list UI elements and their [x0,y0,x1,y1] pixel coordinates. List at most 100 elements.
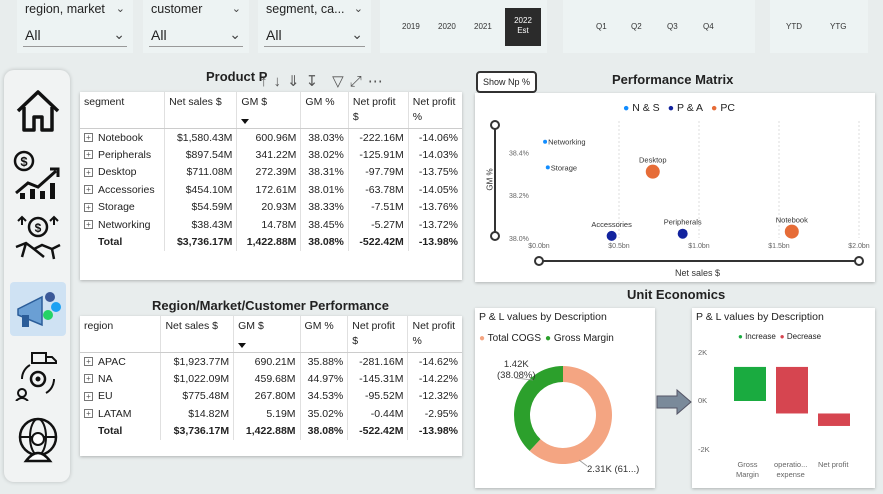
nav-marketing[interactable] [10,282,66,336]
table-cell: -14.05% [418,183,458,196]
x-tick-line: Margin [736,470,759,479]
table-row[interactable]: + LATAM $14.82M 5.19M 35.02% -0.44M -2.95% [80,405,462,423]
more-options-icon[interactable]: ⋯ [368,72,383,90]
column-header[interactable]: Net profit % [407,316,462,353]
year-option[interactable]: 2019 [402,22,420,31]
expand-icon[interactable]: + [84,220,93,230]
donut-label-pct: (38.08%) [497,370,536,381]
column-header[interactable]: Net sales $ [160,316,235,353]
quarter-option[interactable]: Q2 [631,22,642,31]
table-row[interactable]: + Accessories $454.10M 172.61M 38.01% -63.78M… [80,181,462,199]
table-row[interactable]: + Desktop $711.08M 272.39M 38.31% -97.79M -13.… [80,163,462,181]
expand-next-level-icon[interactable]: ⇓ [287,72,300,90]
column-header[interactable]: segment [80,92,166,129]
svg-text:$: $ [35,221,42,235]
column-header-sorted[interactable]: GM $ [236,92,302,129]
row-label-text: Desktop [98,166,137,179]
chevron-down-icon[interactable]: ⌄ [354,2,363,15]
row-label: + EU [80,387,162,405]
x-tick-line: expense [776,470,805,479]
y-tick-label: -2K [698,445,710,454]
x-tick-label: Gross Margin [736,460,759,480]
table-cell: $1,923.77M [160,352,235,370]
chevron-down-icon[interactable]: ⌄ [351,26,363,43]
x-tick-label: $1.0bn [688,243,710,250]
table-cell: 172.61M [236,181,302,199]
chevron-down-icon[interactable]: ⌄ [229,26,241,43]
point-label: Networking [548,138,586,147]
table-cell: 20.93M [236,198,302,216]
column-header[interactable]: Net sales $ [164,92,238,129]
scatter-point [784,224,799,239]
quarter-option[interactable]: Q4 [703,22,714,31]
filter-icon[interactable]: ▽ [332,72,344,90]
expand-icon[interactable]: + [84,202,93,212]
expand-icon[interactable]: + [84,409,93,419]
column-header[interactable]: Net profit % [408,92,462,129]
ytd-option[interactable]: YTD [786,22,802,31]
donut-chart [514,366,612,467]
nav-home[interactable] [10,84,66,138]
year-option[interactable]: 2021 [474,22,492,31]
chevron-down-icon[interactable]: ⌄ [232,2,241,15]
column-header-sorted[interactable]: GM $ [233,316,301,353]
quarter-option[interactable]: Q1 [596,22,607,31]
table-row[interactable]: + Storage $54.59M 20.93M 38.33% -7.51M -13.76% [80,198,462,216]
total-label: Total [80,422,162,440]
table-cell: $711.08M [164,163,238,181]
table-row[interactable]: + EU $775.48M 267.80M 34.53% -95.52M -12.32% [80,387,462,405]
product-performance-table: segment Net sales $ GM $ GM % Net profit… [80,92,462,280]
expand-icon[interactable]: + [84,150,93,160]
chevron-down-icon[interactable]: ⌄ [113,26,125,43]
slicer-segment[interactable]: segment, ca... ⌄ All ⌄ [258,0,371,53]
column-header[interactable]: Net profit $ [348,92,409,129]
total-cell: -522.42M [348,233,409,251]
expand-icon[interactable]: + [84,357,93,367]
donut-chart-card: P & L values by Description ● Total COGS… [475,308,655,488]
column-header[interactable]: region [80,316,162,353]
expand-icon[interactable]: + [84,185,93,195]
table-row[interactable]: + Networking $38.43M 14.78M 38.45% -5.27M -13.… [80,216,462,234]
drill-up-icon[interactable]: ↑ [260,73,268,90]
y-axis-label: GM % [485,168,495,191]
ytg-option[interactable]: YTG [830,22,846,31]
expand-icon[interactable]: + [84,391,93,401]
column-header[interactable]: GM % [300,92,349,129]
expand-icon[interactable]: + [84,133,93,143]
nav-supply-chain[interactable] [10,348,66,402]
performance-matrix-title: Performance Matrix [612,72,734,87]
table-row[interactable]: + Notebook $1,580.43M 600.96M 38.03% -222.16M… [80,128,462,146]
drill-down-icon[interactable]: ↓ [274,73,282,90]
sort-desc-icon [238,343,247,348]
expand-icon[interactable]: + [84,167,93,177]
slicer-customer[interactable]: customer ⌄ All ⌄ [143,0,249,53]
table-row[interactable]: + APAC $1,923.77M 690.21M 35.88% -281.16M -14.… [80,352,462,370]
table-row[interactable]: + Peripherals $897.54M 341.22M 38.02% -125.91… [80,146,462,164]
point-label: Peripherals [664,218,702,227]
year-option-selected[interactable]: 2022 Est [505,8,541,46]
focus-mode-icon[interactable]: ⤢ [350,73,362,90]
table-cell: -2.95% [424,407,458,420]
slicer-region-market[interactable]: region, market ⌄ All ⌄ [17,0,133,53]
chevron-down-icon[interactable]: ⌄ [116,2,125,15]
quarter-option[interactable]: Q3 [667,22,678,31]
product-title: Product P [206,69,268,84]
column-header[interactable]: GM % [300,316,349,353]
table-row[interactable]: + NA $1,022.09M 459.68M 44.97% -145.31M -14.22… [80,370,462,388]
row-label: + APAC [80,352,162,370]
year-option[interactable]: 2020 [438,22,456,31]
column-header[interactable]: Net profit $ [347,316,409,353]
nav-global[interactable] [10,414,66,468]
expand-all-icon[interactable]: ↧ [306,72,319,90]
nav-deals[interactable]: $ [10,212,66,266]
table-cell: -13.72% [418,218,458,231]
table-cell: -14.22% [418,372,458,385]
show-np-button[interactable]: Show Np % [476,71,537,93]
expand-icon[interactable]: + [84,374,93,384]
scatter-point [677,228,688,239]
total-row: Total $3,736.17M 1,422.88M 38.08% -522.42M -1… [80,422,462,440]
row-label-text: Networking [98,218,151,231]
row-label-text: EU [98,390,113,403]
nav-finance[interactable]: $ [10,148,66,202]
total-cell: 1,422.88M [236,233,302,251]
